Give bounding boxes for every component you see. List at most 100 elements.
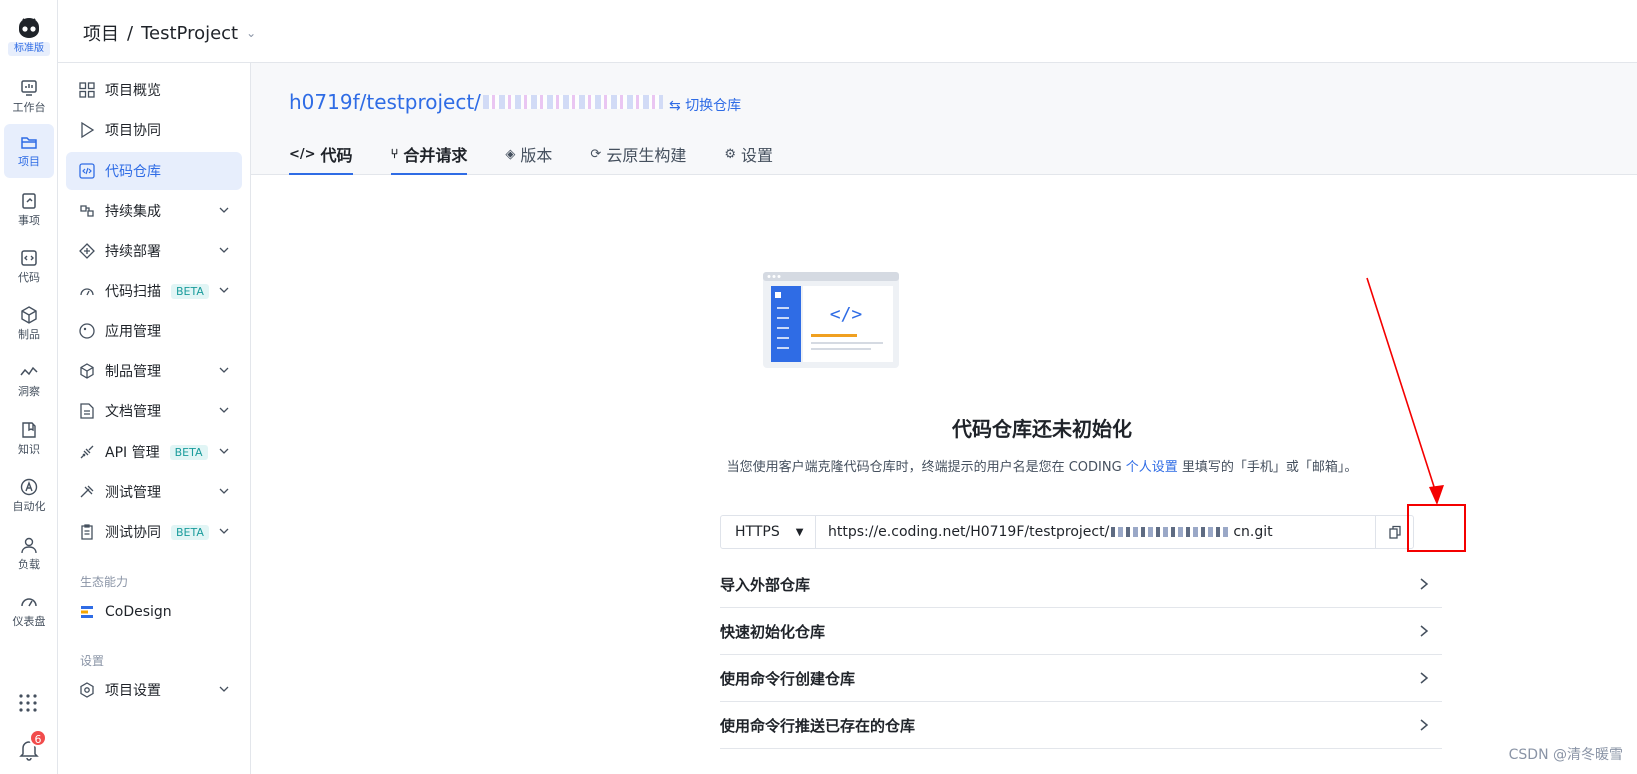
rail-item-insight[interactable]: 洞察	[4, 354, 54, 408]
breadcrumb-projects[interactable]: 项目	[83, 20, 119, 46]
sidebar-item-label: 项目设置	[105, 683, 161, 699]
sidebar-item-label: 文档管理	[105, 404, 161, 420]
dashboard-icon	[21, 80, 37, 96]
sidebar-item-docs[interactable]: 文档管理	[66, 392, 242, 430]
sidebar-item-label: 持续部署	[105, 244, 161, 260]
sidebar-item-overview[interactable]: 项目概览	[66, 71, 242, 109]
insight-icon	[20, 366, 38, 376]
rail-label: 项目	[18, 155, 40, 168]
notification-count-badge: 6	[29, 729, 47, 747]
repo-path-text[interactable]: h0719f/testproject/	[289, 90, 481, 114]
sidebar-item-repo[interactable]: 代码仓库	[66, 152, 242, 190]
rail-label: 制品	[18, 328, 40, 341]
chevron-down-icon[interactable]	[218, 445, 230, 457]
chevron-down-icon[interactable]	[218, 485, 230, 497]
edition-badge: 标准版	[8, 42, 50, 56]
code-icon	[21, 250, 37, 266]
sidebar-item-label: 代码扫描	[105, 284, 161, 300]
sidebar-item-label: 项目协同	[105, 123, 161, 139]
layers-icon: ◈	[505, 146, 516, 162]
deploy-icon	[79, 243, 95, 259]
sidebar-item-test-collab[interactable]: 测试协同 BETA	[66, 513, 242, 551]
sidebar-item-project-settings[interactable]: 项目设置	[66, 671, 242, 709]
section-cli-push[interactable]: 使用命令行推送已存在的仓库	[720, 702, 1442, 749]
section-cli-create[interactable]: 使用命令行创建仓库	[720, 655, 1442, 702]
repo-header: h0719f/testproject/ ⇆ 切换仓库 </> 代码 ⑂ 合并请求…	[251, 63, 1637, 175]
tab-cloud-build[interactable]: ⟳ 云原生构建	[590, 133, 686, 175]
protocol-select[interactable]: HTTPS ▼	[721, 516, 816, 548]
rail-item-code[interactable]: 代码	[4, 240, 54, 294]
sidebar-item-scan[interactable]: 代码扫描 BETA	[66, 272, 242, 310]
sidebar-item-codesign[interactable]: CoDesign	[66, 593, 242, 631]
rail-label: 事项	[18, 214, 40, 227]
copy-icon	[1388, 525, 1401, 539]
switch-repo-link[interactable]: ⇆ 切换仓库	[669, 95, 741, 115]
breadcrumb-project-name[interactable]: TestProject	[141, 23, 238, 44]
rail-item-tasks[interactable]: 事项	[4, 183, 54, 237]
chevron-down-icon[interactable]: ⌄	[246, 26, 256, 40]
grid-icon	[79, 82, 95, 98]
play-icon	[81, 121, 95, 139]
sidebar-item-artifacts[interactable]: 制品管理	[66, 352, 242, 390]
global-nav-rail: 标准版 工作台 项目 事项 代码 制品 洞察 知识 自动化 负载 仪表盘 6	[0, 0, 58, 774]
apps-grid-icon[interactable]	[17, 692, 39, 714]
sidebar-item-ci[interactable]: 持续集成	[66, 192, 242, 230]
chevron-right-icon	[1420, 625, 1429, 637]
rail-item-workbench[interactable]: 工作台	[4, 70, 54, 124]
tab-versions[interactable]: ◈ 版本	[505, 133, 552, 175]
sidebar-item-label: 项目概览	[105, 83, 161, 99]
sidebar-item-cd[interactable]: 持续部署	[66, 232, 242, 270]
tab-label: 合并请求	[403, 146, 468, 165]
tab-merge-requests[interactable]: ⑂ 合并请求	[390, 133, 468, 175]
tab-code[interactable]: </> 代码	[289, 133, 353, 175]
clone-url-start: https://e.coding.net/H0719F/testproject/	[828, 524, 1110, 540]
automation-icon	[20, 478, 38, 496]
artifact-icon	[21, 306, 37, 324]
chevron-down-icon[interactable]	[218, 683, 230, 695]
sidebar-item-label: 测试管理	[105, 485, 161, 501]
personal-settings-link[interactable]: 个人设置	[1126, 460, 1178, 475]
repo-path: h0719f/testproject/	[289, 90, 663, 114]
chevron-down-icon[interactable]	[218, 404, 230, 416]
ci-icon	[80, 205, 94, 217]
switch-repo-label: 切换仓库	[685, 98, 742, 114]
rail-item-project[interactable]: 项目	[4, 124, 54, 178]
section-import-repo[interactable]: 导入外部仓库	[720, 561, 1442, 608]
notification-button[interactable]: 6	[15, 729, 47, 763]
chevron-right-icon	[1420, 578, 1429, 590]
rail-item-artifacts[interactable]: 制品	[4, 297, 54, 351]
chevron-down-icon[interactable]	[218, 244, 230, 256]
plug-icon	[80, 445, 94, 459]
rail-label: 知识	[18, 443, 40, 456]
test-tube-icon	[80, 485, 94, 498]
rail-item-load[interactable]: 负载	[4, 527, 54, 581]
sidebar-item-testing[interactable]: 测试管理	[66, 473, 242, 511]
clipboard-icon	[81, 524, 93, 540]
rail-label: 自动化	[12, 500, 46, 513]
box-icon	[80, 363, 94, 379]
code-tag-icon: </>	[289, 146, 316, 162]
redacted-url-part	[1111, 527, 1232, 537]
sidebar-item-label: 测试协同	[105, 525, 161, 541]
task-icon	[22, 193, 36, 209]
rail-item-knowledge[interactable]: 知识	[4, 412, 54, 466]
chevron-down-icon[interactable]	[218, 284, 230, 296]
subtitle-text: 当您使用客户端克隆代码仓库时，终端提示的用户名是您在 CODING	[726, 460, 1126, 475]
chevron-down-icon[interactable]	[218, 525, 230, 537]
merge-icon: ⑂	[390, 146, 399, 162]
sidebar-item-collab[interactable]: 项目协同	[66, 111, 242, 149]
tab-settings[interactable]: ⚙ 设置	[724, 133, 773, 175]
repo-tabs: </> 代码 ⑂ 合并请求 ◈ 版本 ⟳ 云原生构建 ⚙ 设置	[289, 133, 811, 175]
chevron-down-icon[interactable]	[218, 364, 230, 376]
coding-logo[interactable]: 标准版	[8, 14, 50, 62]
chevron-down-icon[interactable]	[218, 204, 230, 216]
beta-badge: BETA	[169, 444, 208, 460]
project-icon	[21, 137, 37, 149]
rail-item-gauge[interactable]: 仪表盘	[4, 584, 54, 638]
clone-url-field[interactable]: https://e.coding.net/H0719F/testproject/…	[816, 524, 1375, 540]
section-quick-init[interactable]: 快速初始化仓库	[720, 608, 1442, 655]
sidebar-item-api[interactable]: API 管理 BETA	[66, 433, 242, 471]
sidebar-item-label: 应用管理	[105, 324, 161, 340]
sidebar-item-apps[interactable]: 应用管理	[66, 312, 242, 350]
rail-item-automation[interactable]: 自动化	[4, 469, 54, 523]
